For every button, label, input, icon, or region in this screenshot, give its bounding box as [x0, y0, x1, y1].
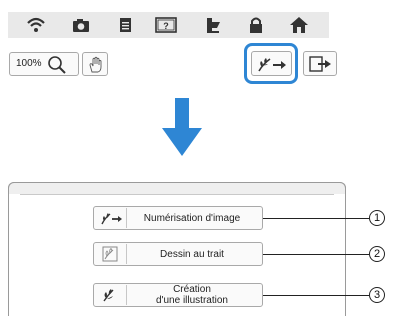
- image-scan-icon: [96, 208, 127, 228]
- line-drawing-option-button[interactable]: Dessin au trait: [93, 242, 263, 266]
- illustration-option-button[interactable]: Création d'une illustration: [93, 283, 263, 307]
- document-icon[interactable]: [115, 16, 135, 34]
- callout-line-1: [263, 218, 369, 219]
- illustration-icon: [96, 285, 127, 305]
- home-icon[interactable]: [289, 16, 309, 34]
- menu-item-label: Dessin au trait: [160, 248, 224, 260]
- camera-icon[interactable]: [71, 16, 91, 34]
- svg-text:?: ?: [163, 21, 169, 31]
- callout-line-2: [263, 254, 369, 255]
- help-icon[interactable]: ?: [155, 16, 177, 34]
- wifi-icon[interactable]: [26, 16, 46, 34]
- zoom-level-label: 100%: [16, 58, 42, 69]
- next-page-button[interactable]: [303, 51, 337, 76]
- menu-item-label: Création d'une illustration: [156, 284, 228, 306]
- image-scan-option-button[interactable]: Numérisation d'image: [93, 206, 263, 230]
- zoom-button[interactable]: 100%: [9, 52, 79, 76]
- magnifier-icon: [46, 55, 68, 80]
- callout-number-1: 1: [369, 210, 385, 226]
- menu-item-label: Numérisation d'image: [143, 212, 241, 224]
- embroidery-foot-icon[interactable]: [204, 16, 224, 34]
- callout-number-3: 3: [369, 287, 385, 303]
- pan-button[interactable]: [82, 52, 108, 76]
- image-scan-button[interactable]: [251, 51, 292, 76]
- callout-line-3: [263, 295, 369, 296]
- line-drawing-icon: [96, 244, 127, 264]
- dialog-divider: [20, 194, 334, 195]
- lock-icon[interactable]: [246, 16, 266, 34]
- dialog-header: [8, 182, 346, 194]
- down-arrow-icon: [160, 98, 204, 163]
- top-status-bar: ?: [8, 12, 329, 38]
- callout-number-2: 2: [369, 246, 385, 262]
